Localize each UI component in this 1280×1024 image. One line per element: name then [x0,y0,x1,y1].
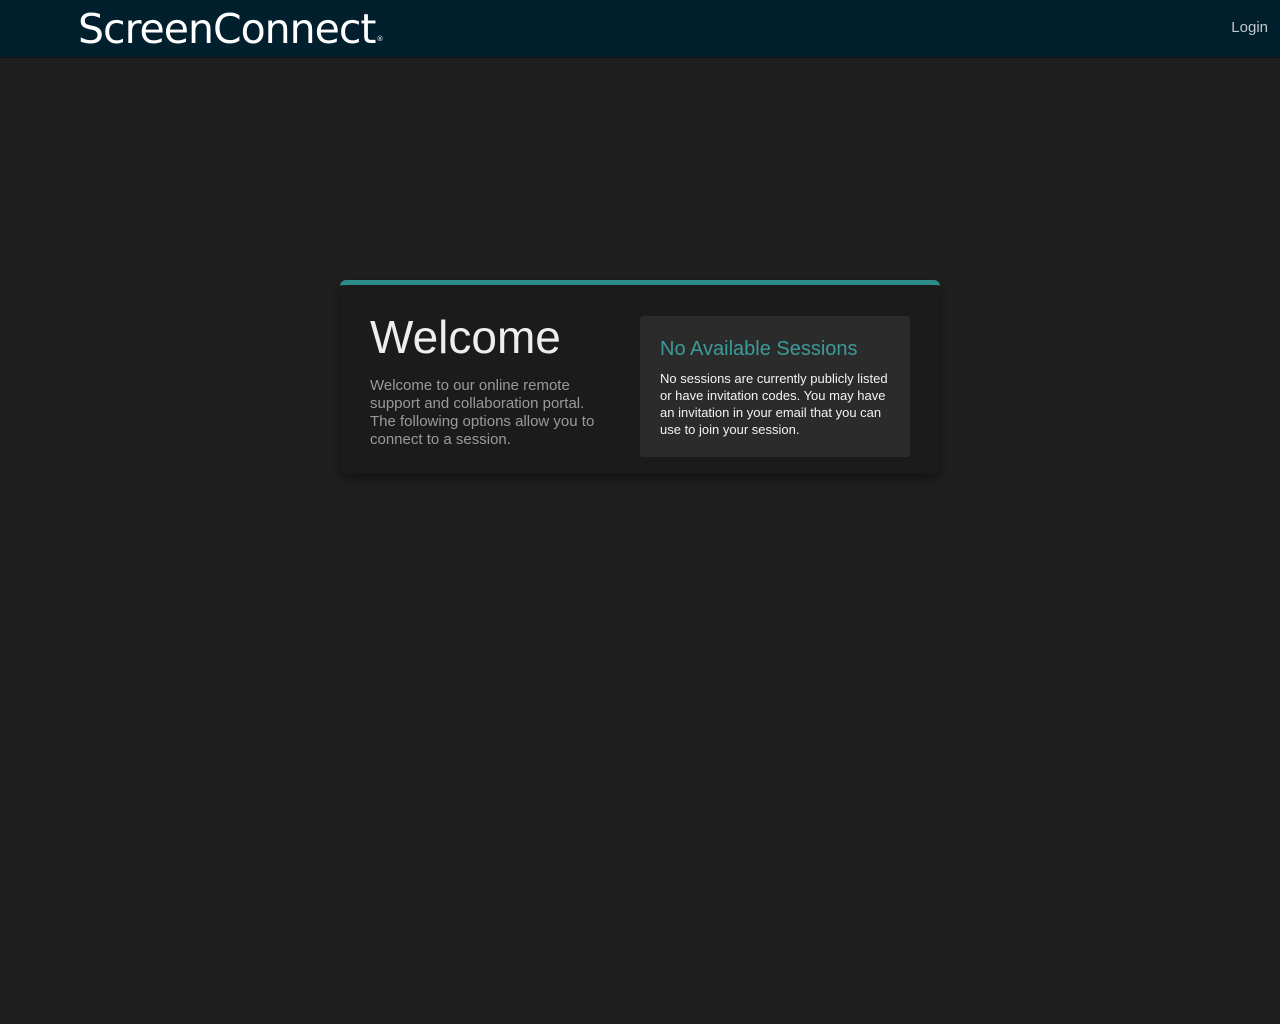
top-bar: ScreenConnect® Login [0,0,1280,58]
sessions-message: No sessions are currently publicly liste… [660,371,888,437]
login-link[interactable]: Login [1231,19,1268,36]
welcome-card: Welcome Welcome to our online remote sup… [340,280,940,474]
registered-mark: ® [376,35,384,43]
logo-text: ScreenConnect [78,5,376,53]
sessions-panel: No Available Sessions No sessions are cu… [640,316,910,457]
sessions-title: No Available Sessions [660,338,858,360]
welcome-description: Welcome to our online remote support and… [370,377,595,448]
welcome-title: Welcome [370,311,561,363]
screenconnect-logo[interactable]: ScreenConnect® [78,6,383,52]
